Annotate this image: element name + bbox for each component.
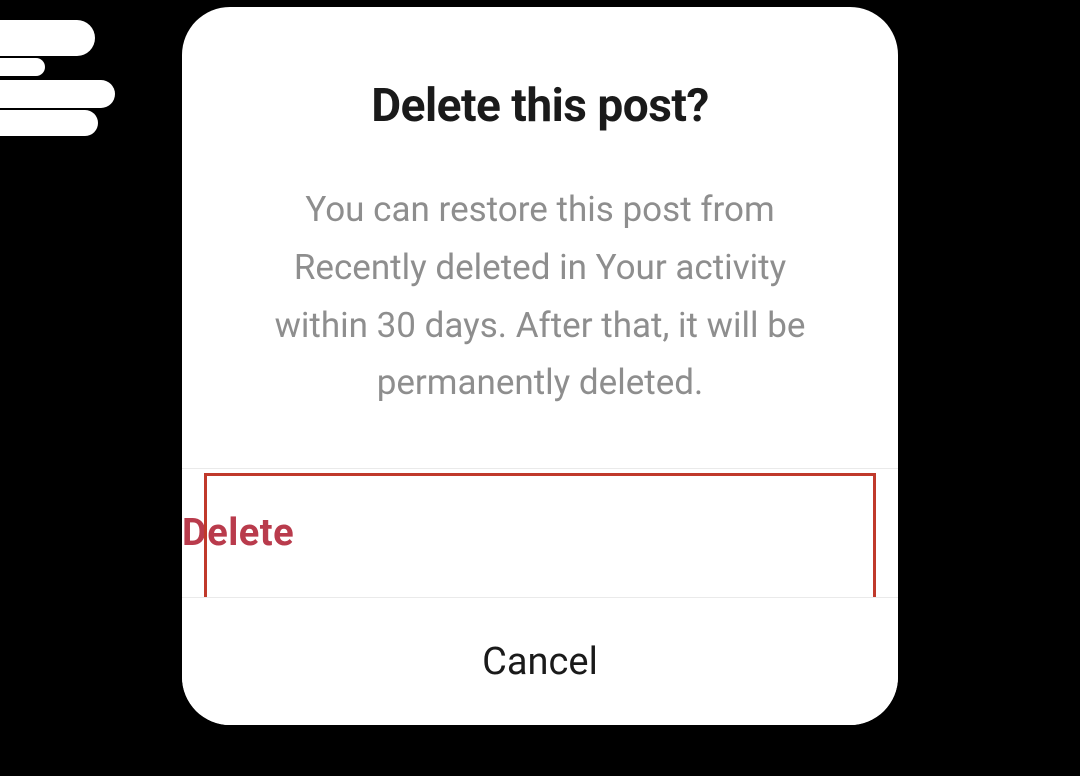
dialog-header: Delete this post? You can restore this p… [182,7,898,468]
background-artifact [0,110,98,136]
background-artifact [0,80,115,108]
delete-button-label: Delete [182,511,294,555]
background-artifact [0,58,45,76]
delete-button[interactable]: Delete [182,469,294,597]
background-artifact [0,20,95,56]
delete-post-dialog: Delete this post? You can restore this p… [182,7,898,725]
dialog-title: Delete this post? [242,79,838,133]
cancel-button-label: Cancel [482,640,598,684]
dialog-actions: Delete Cancel [182,468,898,725]
delete-button-wrap: Delete [182,469,898,597]
dialog-message: You can restore this post from Recently … [242,181,838,412]
cancel-button[interactable]: Cancel [182,597,898,725]
highlight-annotation [204,473,876,607]
